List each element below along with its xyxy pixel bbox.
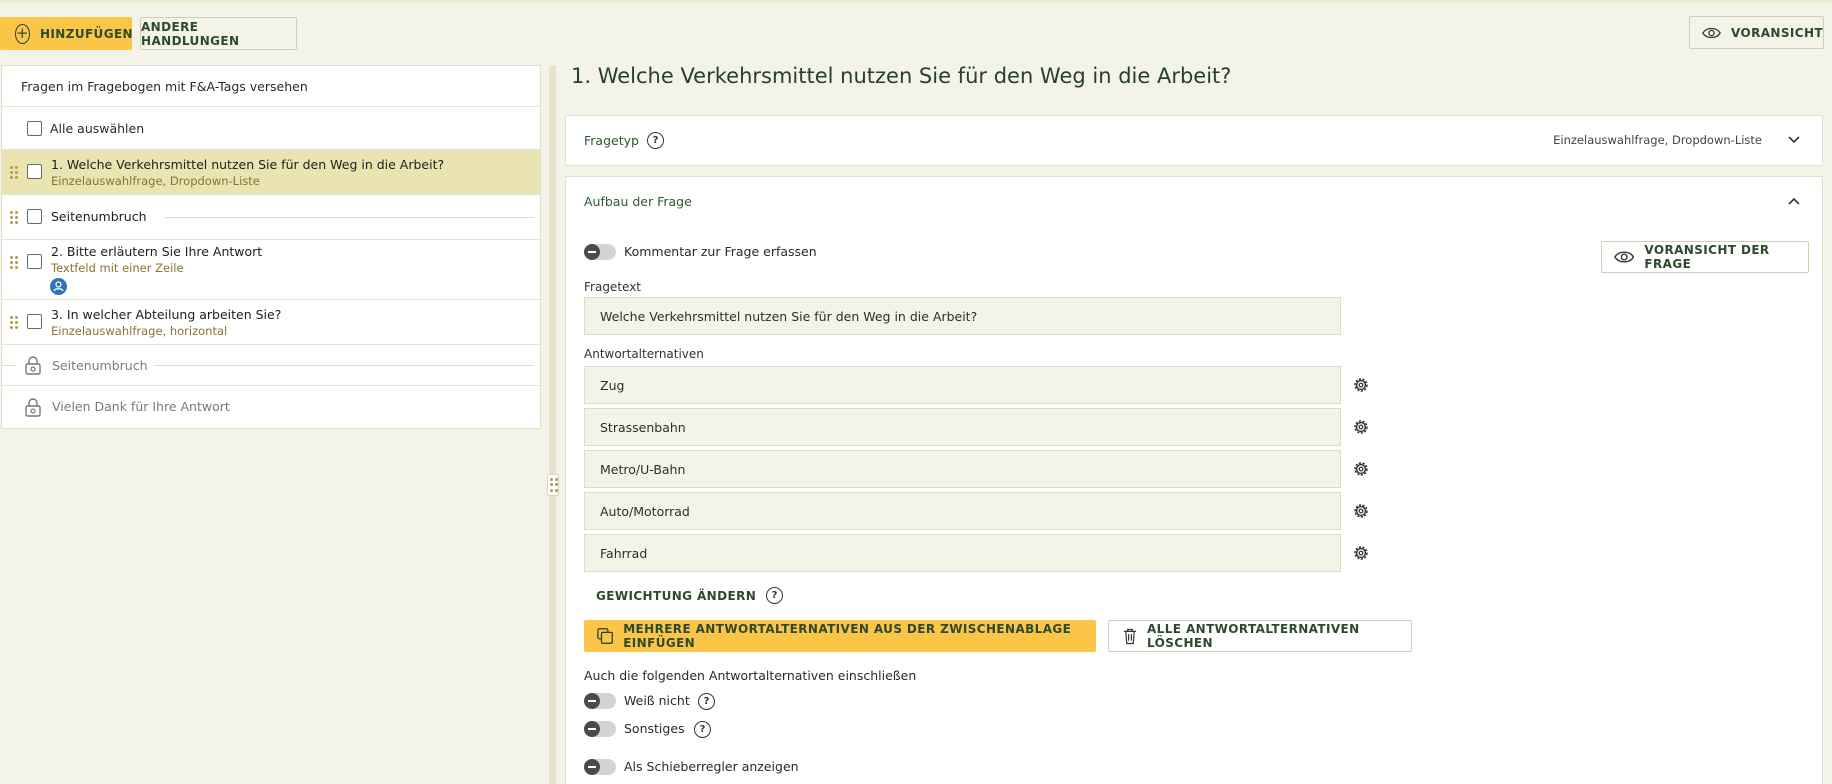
answer-input-2[interactable]: Strassenbahn xyxy=(584,408,1341,446)
question-list-header: Fragen im Fragebogen mit F&A-Tags verseh… xyxy=(2,66,540,107)
delete-all-answers-label: ALLE ANTWORTALTERNATIVEN LÖSCHEN xyxy=(1146,622,1360,650)
panel-splitter[interactable] xyxy=(549,65,556,784)
question-3-checkbox[interactable] xyxy=(27,314,42,329)
page-break-line xyxy=(154,365,534,366)
gear-icon[interactable] xyxy=(1352,544,1370,562)
drag-handle-icon[interactable] xyxy=(10,316,18,329)
drag-handle-icon[interactable] xyxy=(10,211,18,224)
preview-button[interactable]: VORANSICHT xyxy=(1689,16,1824,49)
dont-know-label: Weiß nicht xyxy=(624,693,690,708)
help-icon[interactable]: ? xyxy=(698,693,715,710)
answer-input-1[interactable]: Zug xyxy=(584,366,1341,404)
gear-icon[interactable] xyxy=(1352,502,1370,520)
add-button-label: HINZUFÜGEN xyxy=(39,26,133,41)
other-actions-button[interactable]: ANDERE HANDLUNGEN xyxy=(140,17,297,50)
change-weighting-button[interactable]: GEWICHTUNG ÄNDERN ? xyxy=(596,587,784,604)
trash-icon xyxy=(1123,628,1137,645)
select-all-checkbox[interactable] xyxy=(27,121,42,136)
thank-you-label: Vielen Dank für Ihre Antwort xyxy=(52,399,230,414)
answer-input-5[interactable]: Fahrrad xyxy=(584,534,1341,572)
drag-handle-icon[interactable] xyxy=(10,256,18,269)
paste-answers-button[interactable]: MEHRERE ANTWORTALTERNATIVEN AUS DER ZWIS… xyxy=(584,620,1096,652)
gear-icon[interactable] xyxy=(1352,418,1370,436)
question-title: 1. Welche Verkehrsmittel nutzen Sie für … xyxy=(571,64,1232,88)
page-break-row[interactable]: Seitenumbruch xyxy=(2,195,540,240)
question-text-label: Fragetext xyxy=(584,280,641,294)
add-button[interactable]: + HINZUFÜGEN xyxy=(0,17,133,50)
question-2-checkbox[interactable] xyxy=(27,254,42,269)
question-item-3[interactable]: 3. In welcher Abteilung arbeiten Sie? Ei… xyxy=(2,300,540,345)
avatar-icon xyxy=(50,278,67,295)
include-answers-label: Auch die folgenden Antwortalternativen e… xyxy=(584,668,917,683)
question-list-panel: Fragen im Fragebogen mit F&A-Tags verseh… xyxy=(1,65,541,429)
gear-icon[interactable] xyxy=(1352,376,1370,394)
question-1-checkbox[interactable] xyxy=(27,164,42,179)
question-preview-label: VORANSICHT DER FRAGE xyxy=(1644,243,1770,271)
other-toggle[interactable] xyxy=(584,721,616,737)
page-break-line xyxy=(164,217,534,218)
chevron-down-icon[interactable] xyxy=(1788,136,1800,144)
page-break-line xyxy=(2,365,16,366)
drag-handle-icon[interactable] xyxy=(10,166,18,179)
eye-icon xyxy=(1702,27,1721,38)
question-2-title: 2. Bitte erläutern Sie Ihre Antwort xyxy=(51,244,263,259)
help-icon[interactable]: ? xyxy=(647,132,664,149)
eye-icon xyxy=(1614,251,1635,263)
top-border xyxy=(0,0,1832,3)
question-3-title: 3. In welcher Abteilung arbeiten Sie? xyxy=(51,307,282,322)
help-icon[interactable]: ? xyxy=(766,587,784,604)
other-actions-label: ANDERE HANDLUNGEN xyxy=(141,19,240,48)
question-item-1[interactable]: 1. Welche Verkehrsmittel nutzen Sie für … xyxy=(2,150,540,195)
locked-page-break-row: Seitenumbruch xyxy=(2,345,540,386)
select-all-label: Alle auswählen xyxy=(50,121,145,136)
question-item-2[interactable]: 2. Bitte erläutern Sie Ihre Antwort Text… xyxy=(2,240,540,300)
comment-toggle[interactable] xyxy=(584,244,616,260)
paste-answers-label: MEHRERE ANTWORTALTERNATIVEN AUS DER ZWIS… xyxy=(623,622,1072,650)
page-break-checkbox[interactable] xyxy=(27,209,42,224)
question-type-value: Einzelauswahlfrage, Dropdown-Liste xyxy=(1553,133,1762,147)
answers-label: Antwortalternativen xyxy=(584,347,704,361)
question-1-type: Einzelauswahlfrage, Dropdown-Liste xyxy=(51,174,260,188)
question-type-section[interactable]: Fragetyp ? Einzelauswahlfrage, Dropdown-… xyxy=(565,115,1823,166)
page-break-label: Seitenumbruch xyxy=(51,209,147,224)
other-label: Sonstiges xyxy=(624,721,685,736)
question-list-title: Fragen im Fragebogen mit F&A-Tags verseh… xyxy=(21,79,308,94)
delete-all-answers-button[interactable]: ALLE ANTWORTALTERNATIVEN LÖSCHEN xyxy=(1108,620,1412,652)
locked-page-break-label: Seitenumbruch xyxy=(52,358,148,373)
answer-input-3[interactable]: Metro/U-Bahn xyxy=(584,450,1341,488)
question-type-label: Fragetyp xyxy=(584,133,639,148)
change-weighting-label: GEWICHTUNG ÄNDERN xyxy=(596,588,757,603)
question-3-type: Einzelauswahlfrage, horizontal xyxy=(51,324,228,338)
lock-icon xyxy=(25,356,41,375)
question-text-input[interactable]: Welche Verkehrsmittel nutzen Sie für den… xyxy=(584,297,1341,335)
preview-button-label: VORANSICHT xyxy=(1731,25,1823,40)
gear-icon[interactable] xyxy=(1352,460,1370,478)
thank-you-row: Vielen Dank für Ihre Antwort xyxy=(2,386,540,428)
question-1-title: 1. Welche Verkehrsmittel nutzen Sie für … xyxy=(51,157,445,172)
question-preview-button[interactable]: VORANSICHT DER FRAGE xyxy=(1601,241,1809,273)
copy-icon xyxy=(597,628,613,644)
select-all-row[interactable]: Alle auswählen xyxy=(2,107,540,150)
splitter-handle-icon[interactable] xyxy=(547,474,559,496)
comment-toggle-label: Kommentar zur Frage erfassen xyxy=(624,244,817,259)
chevron-up-icon[interactable] xyxy=(1788,197,1800,205)
question-structure-section: Aufbau der Frage Kommentar zur Frage erf… xyxy=(565,176,1823,784)
slider-toggle[interactable] xyxy=(584,759,616,775)
help-icon[interactable]: ? xyxy=(694,721,711,738)
dont-know-toggle[interactable] xyxy=(584,693,616,709)
lock-icon xyxy=(25,398,41,417)
question-2-type: Textfeld mit einer Zeile xyxy=(51,261,184,275)
answer-input-4[interactable]: Auto/Motorrad xyxy=(584,492,1341,530)
structure-label: Aufbau der Frage xyxy=(584,194,692,209)
plus-circle-icon: + xyxy=(15,23,30,44)
slider-label: Als Schieberregler anzeigen xyxy=(624,759,799,774)
